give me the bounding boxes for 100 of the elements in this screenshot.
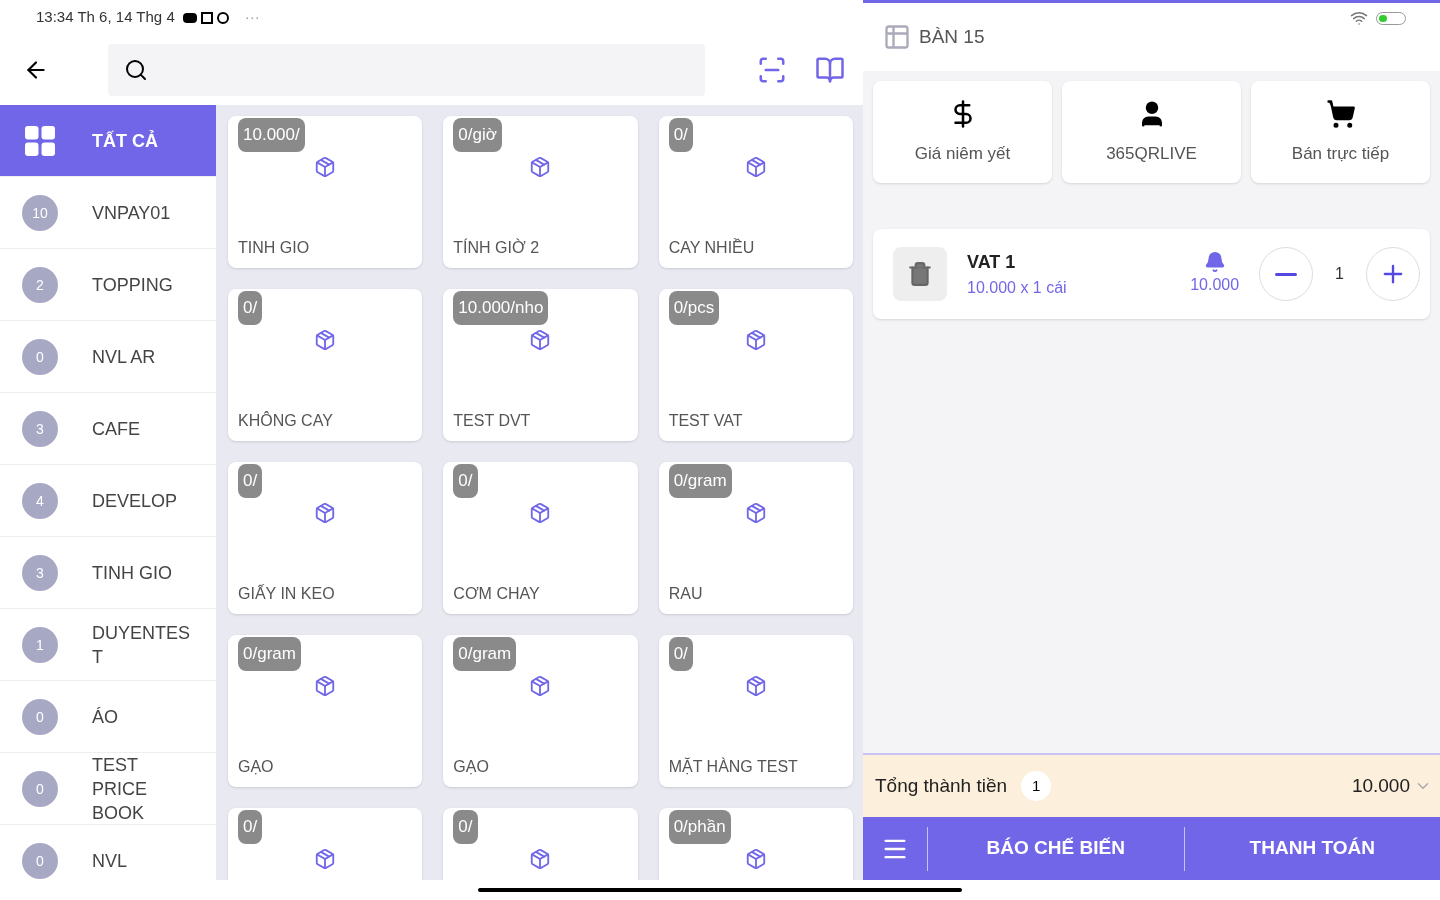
- product-card[interactable]: 0/ KHÔNG CAY: [228, 289, 423, 441]
- option-label: Giá niêm yết: [914, 143, 1011, 165]
- item-name: VAT 1: [967, 250, 1017, 274]
- delete-button[interactable]: [893, 247, 947, 301]
- product-name: TEST VAT: [668, 411, 744, 431]
- price-tag: 0/: [238, 464, 263, 498]
- product-name: TÍNH GIỜ 2: [453, 237, 541, 258]
- product-name: GẠO: [238, 757, 275, 777]
- package-icon: [529, 156, 552, 178]
- package-icon: [744, 848, 767, 870]
- cart-icon: [1325, 99, 1356, 129]
- package-icon: [529, 329, 552, 351]
- package-icon: [314, 848, 337, 870]
- price-tag: 0/: [238, 810, 263, 844]
- option-label: 365QRLIVE: [1106, 143, 1197, 165]
- category-label: DEVELOP: [92, 489, 179, 513]
- product-name: RAU: [668, 584, 704, 604]
- price-tag: 10.000/: [238, 118, 305, 152]
- more-indicator: ···: [244, 7, 260, 28]
- count-badge: 0: [22, 843, 58, 879]
- option-button[interactable]: Giá niêm yết: [873, 81, 1052, 183]
- minus-icon: [1275, 272, 1298, 276]
- product-card[interactable]: 0/pcs TEST VAT: [658, 289, 853, 441]
- package-icon: [529, 848, 552, 870]
- product-card[interactable]: 0/gram GẠO: [443, 635, 638, 787]
- product-name: TEST DVT: [453, 411, 532, 431]
- product-name: CAY NHIỀU: [668, 237, 756, 258]
- action-button[interactable]: BÁO CHẾ BIẾN: [928, 817, 1184, 880]
- trash-icon: [907, 261, 933, 287]
- category-label: CAFE: [92, 417, 141, 441]
- price-tag: 0/: [238, 291, 263, 325]
- count-badge: 3: [22, 410, 58, 447]
- count-badge: 4: [22, 482, 58, 519]
- bell-icon[interactable]: [1203, 251, 1226, 273]
- category-label: TẤT CẢ: [92, 129, 159, 153]
- price-tag: 0/gram: [453, 637, 517, 671]
- total-count: 1: [1021, 771, 1052, 801]
- item-amount: 10.000: [1190, 275, 1240, 295]
- scan-icon[interactable]: [757, 55, 787, 85]
- product-card[interactable]: 0/giờ TÍNH GIỜ 2: [443, 116, 638, 268]
- table-name: BÀN 15: [919, 24, 985, 49]
- price-tag: 0/pcs: [668, 291, 720, 325]
- price-tag: 10.000/nho: [453, 291, 549, 325]
- product-card[interactable]: 0/ GIẤY IN KEO: [228, 462, 423, 614]
- price-tag: 0/: [668, 118, 693, 152]
- package-icon: [744, 329, 767, 351]
- package-icon: [744, 502, 767, 524]
- product-name: KHÔNG CAY: [238, 410, 334, 431]
- category-label: NVL: [92, 850, 128, 873]
- category-label: VNPAY01: [92, 201, 172, 225]
- count-badge: 0: [22, 770, 58, 807]
- product-card[interactable]: 0/gram GẠO: [228, 635, 423, 787]
- product-name: GIẤY IN KEO: [238, 583, 336, 604]
- count-badge: 1: [22, 626, 58, 663]
- quantity: 1: [1335, 264, 1344, 284]
- price-tag: 0/: [453, 810, 478, 844]
- category-label: TEST PRICE BOOK: [92, 753, 148, 825]
- package-icon: [314, 502, 337, 524]
- count-badge: 2: [22, 266, 58, 303]
- total-amount: 10.000: [1351, 773, 1410, 798]
- price-tag: 0/phần: [668, 810, 731, 844]
- package-icon: [314, 675, 337, 697]
- product-name: GẠO: [453, 757, 490, 777]
- action-button[interactable]: THANH TOÁN: [1184, 817, 1440, 880]
- option-button[interactable]: 365QRLIVE: [1062, 81, 1241, 183]
- product-card[interactable]: 0/ CAY NHIỀU: [658, 116, 853, 268]
- package-icon: [744, 675, 767, 697]
- price-tag: 0/gram: [238, 637, 301, 671]
- count-badge: 3: [22, 554, 58, 591]
- count-badge: 0: [22, 338, 58, 375]
- search-icon: [124, 58, 148, 82]
- total-bar[interactable]: Tổng thành tiền 1 10.000: [863, 753, 1440, 817]
- option-button[interactable]: Bán trực tiếp: [1251, 81, 1430, 183]
- count-badge: 10: [22, 194, 58, 231]
- product-card[interactable]: 0/ MẶT HÀNG TEST: [658, 635, 853, 787]
- package-icon: [744, 156, 767, 178]
- category-label: NVL AR: [92, 345, 157, 369]
- product-name: CƠM CHAY: [453, 584, 541, 604]
- price-tag: 0/giờ: [453, 118, 502, 152]
- product-name: TINH GIO: [238, 238, 311, 258]
- product-card[interactable]: 0/ CƠM CHAY: [443, 462, 638, 614]
- product-name: MẶT HÀNG TEST: [668, 756, 799, 777]
- search-field[interactable]: [108, 44, 705, 96]
- product-card[interactable]: 0/gram RAU: [658, 462, 853, 614]
- status-time: 13:34 Th 6, 14 Thg 4: [36, 7, 175, 28]
- package-icon: [314, 156, 337, 178]
- status-icons: [182, 11, 229, 24]
- book-icon[interactable]: [815, 55, 845, 85]
- package-icon: [529, 502, 552, 524]
- product-card[interactable]: 10.000/nho TEST DVT: [443, 289, 638, 441]
- item-detail: 10.000 x 1 cái: [967, 277, 1067, 298]
- package-icon: [314, 329, 337, 351]
- category-label: TINH GIO: [92, 561, 173, 585]
- price-tag: 0/: [453, 464, 478, 498]
- price-tag: 0/gram: [668, 464, 732, 498]
- table-icon: [883, 23, 911, 51]
- category-label: TOPPING: [92, 273, 174, 297]
- category-item[interactable]: TẤT CẢ: [0, 105, 216, 177]
- total-label: Tổng thành tiền: [875, 773, 1008, 798]
- product-card[interactable]: 10.000/ TINH GIO: [228, 116, 423, 268]
